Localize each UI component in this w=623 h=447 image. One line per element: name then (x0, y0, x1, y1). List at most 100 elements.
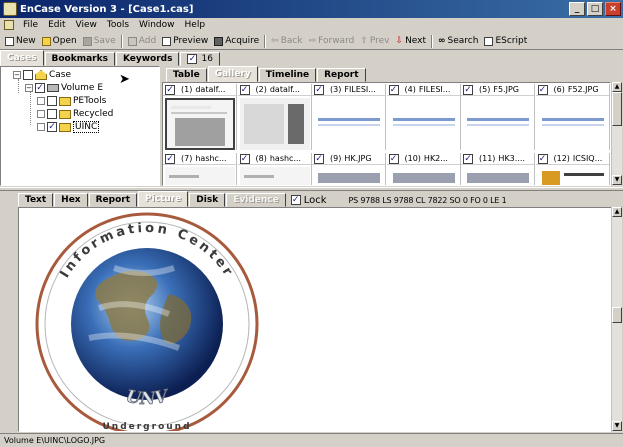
menu-window[interactable]: Window (134, 20, 180, 30)
tab-cases[interactable]: Cases (0, 50, 44, 66)
tab-table[interactable]: Table (166, 68, 207, 82)
tab-disk[interactable]: Disk (189, 193, 226, 207)
gallery-item[interactable]: ✓ (10) HK2... (386, 153, 461, 185)
menu-help[interactable]: Help (180, 20, 211, 30)
gallery-item[interactable]: ✓ (5) F5.JPG (461, 84, 535, 150)
close-button[interactable]: × (605, 2, 621, 16)
add-button[interactable]: Add (125, 34, 159, 49)
selected-count-checkbox[interactable]: ✓ (187, 54, 198, 64)
scroll-down-arrow-icon[interactable]: ▼ (612, 175, 622, 185)
tab-hex[interactable]: Hex (54, 193, 88, 207)
gallery-item[interactable]: ✓ (6) F52.JPG (535, 84, 610, 150)
next-button[interactable]: ⇩ Next (393, 34, 430, 49)
gallery-thumbnail[interactable] (165, 167, 235, 185)
gallery-item[interactable]: ✓ (2) datalf... (237, 84, 312, 150)
gallery-item-checkbox[interactable]: ✓ (314, 84, 324, 95)
tab-keywords[interactable]: Keywords (115, 52, 180, 66)
save-label: Save (93, 36, 116, 46)
uinc-checkbox[interactable]: ✓ (47, 122, 57, 132)
gallery-item-checkbox[interactable]: ✓ (537, 84, 548, 95)
gallery-item-checkbox[interactable]: ✓ (165, 84, 175, 95)
lock-toggle[interactable]: ✓ Lock (290, 193, 327, 207)
gallery-item-checkbox[interactable]: ✓ (388, 153, 399, 164)
save-button[interactable]: Save (80, 34, 119, 49)
lock-checkbox[interactable]: ✓ (290, 195, 301, 205)
preview-button[interactable]: Preview (159, 34, 211, 49)
tab-gallery[interactable]: Gallery (207, 66, 258, 82)
escript-button[interactable]: EScript (481, 34, 530, 49)
gallery-item-checkbox[interactable]: ✓ (165, 153, 175, 164)
tree-node-petools[interactable]: PETools (37, 95, 106, 107)
selected-count-tab[interactable]: ✓ 16 (180, 52, 220, 66)
gallery-thumbnail[interactable] (463, 167, 533, 185)
scroll-thumb[interactable] (612, 307, 622, 323)
gallery-item-checkbox[interactable]: ✓ (239, 84, 250, 95)
menu-tools[interactable]: Tools (102, 20, 134, 30)
gallery-thumbnail[interactable] (314, 167, 384, 185)
gallery-thumbnail[interactable] (388, 98, 459, 150)
gallery-item[interactable]: ✓ (11) HK3.... (461, 153, 535, 185)
search-button[interactable]: ∞ Search (435, 34, 481, 49)
gallery-scrollbar[interactable]: ▲ ▼ (611, 82, 622, 186)
menu-edit[interactable]: Edit (43, 20, 70, 30)
gallery-thumbnail[interactable] (239, 167, 310, 185)
case-checkbox[interactable] (23, 70, 33, 80)
picture-scrollbar[interactable]: ▲ ▼ (611, 207, 622, 432)
gallery-thumbnail[interactable] (537, 167, 608, 185)
prev-button[interactable]: ⇧ Prev (357, 34, 392, 49)
gallery-item-checkbox[interactable]: ✓ (239, 153, 250, 164)
petools-checkbox[interactable] (47, 96, 57, 106)
gallery-thumbnail[interactable] (388, 167, 459, 185)
tree-node-volume[interactable]: − ✓ Volume E (25, 82, 103, 94)
back-button[interactable]: ⇦ Back (268, 34, 305, 49)
gallery-thumbnail[interactable] (537, 98, 608, 150)
collapse-toggle[interactable] (37, 110, 45, 118)
tab-picture[interactable]: Picture (138, 191, 189, 207)
menu-view[interactable]: View (71, 20, 102, 30)
forward-button[interactable]: ⇨ Forward (306, 34, 358, 49)
gallery-item[interactable]: ✓ (1) datalf... (163, 84, 237, 150)
scroll-up-arrow-icon[interactable]: ▲ (612, 82, 622, 92)
tab-bookmarks[interactable]: Bookmarks (44, 52, 115, 66)
minimize-button[interactable]: _ (569, 2, 585, 16)
encase-app-icon[interactable] (3, 2, 17, 16)
collapse-toggle[interactable]: − (25, 84, 33, 92)
gallery-item-checkbox[interactable]: ✓ (463, 84, 473, 95)
collapse-toggle[interactable] (37, 97, 45, 105)
tab-timeline[interactable]: Timeline (258, 68, 317, 82)
tab-text[interactable]: Text (18, 193, 54, 207)
gallery-thumbnail[interactable] (239, 98, 310, 150)
scroll-down-arrow-icon[interactable]: ▼ (612, 421, 622, 431)
gallery-item[interactable]: ✓ (9) HK.JPG (312, 153, 386, 185)
scroll-up-arrow-icon[interactable]: ▲ (612, 207, 622, 217)
open-button[interactable]: Open (39, 34, 80, 49)
gallery-item[interactable]: ✓ (3) FILESI... (312, 84, 386, 150)
tab-report[interactable]: Report (317, 68, 366, 82)
tree-node-case[interactable]: − Case (13, 69, 71, 81)
tree-node-recycled[interactable]: Recycled (37, 108, 113, 120)
collapse-toggle[interactable] (37, 123, 45, 131)
tree-node-uinc[interactable]: ✓ UINC (37, 121, 100, 133)
gallery-item-checkbox[interactable]: ✓ (537, 153, 548, 164)
gallery-item-checkbox[interactable]: ✓ (463, 153, 473, 164)
gallery-item[interactable]: ✓ (4) FILESI... (386, 84, 461, 150)
menu-file[interactable]: File (18, 20, 43, 30)
tab-report-detail[interactable]: Report (88, 193, 138, 207)
new-button[interactable]: New (2, 34, 39, 49)
gallery-thumbnail[interactable] (463, 98, 533, 150)
acquire-button[interactable]: Acquire (211, 34, 262, 49)
gallery-thumbnail[interactable] (314, 98, 384, 150)
gallery-item[interactable]: ✓ (12) ICSIQ... (535, 153, 610, 185)
maximize-button[interactable]: □ (587, 2, 603, 16)
gallery-item-checkbox[interactable]: ✓ (314, 153, 324, 164)
recycled-checkbox[interactable] (47, 109, 57, 119)
gallery-item-checkbox[interactable]: ✓ (388, 84, 399, 95)
collapse-toggle[interactable]: − (13, 71, 21, 79)
gallery-item[interactable]: ✓ (7) hashc... (163, 153, 237, 185)
volume-checkbox[interactable]: ✓ (35, 83, 45, 93)
gallery-item[interactable]: ✓ (8) hashc... (237, 153, 312, 185)
scroll-thumb[interactable] (612, 92, 622, 126)
document-menu-icon[interactable] (4, 20, 14, 30)
tab-evidence[interactable]: Evidence (226, 193, 286, 207)
gallery-thumbnail[interactable] (165, 98, 235, 150)
